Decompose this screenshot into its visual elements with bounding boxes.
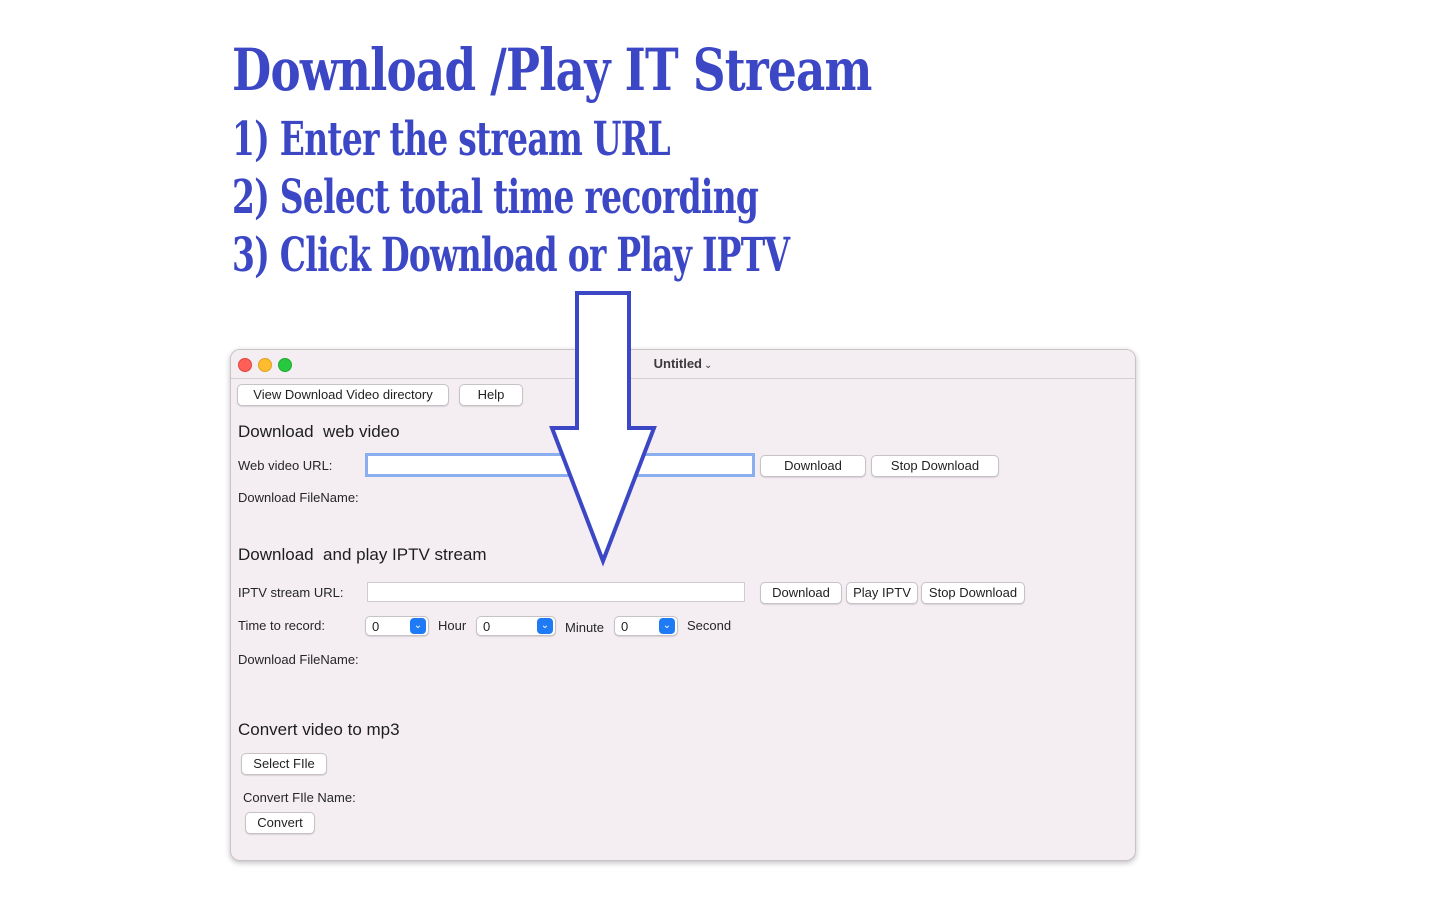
down-arrow-icon	[549, 291, 657, 567]
down-arrow-shape	[549, 291, 657, 567]
